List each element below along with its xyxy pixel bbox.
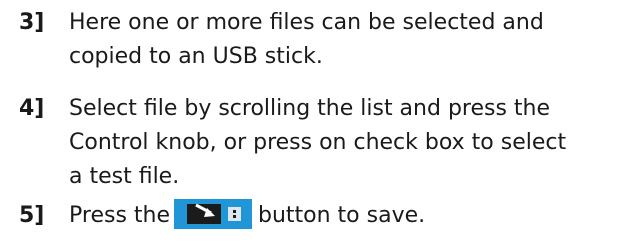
step-text-before-button: Press the [69,203,170,228]
step-number: 5] [19,203,45,228]
step-text-line: Control knob, or press on check box to s… [69,130,567,155]
step-text: Here one or more files can be selected a… [69,6,629,74]
step-text-line: Press the button to save. [69,199,629,233]
usb-connector-icon [228,207,241,221]
step-number: 4] [19,96,45,121]
step-text-after-button: button to save. [258,203,426,228]
step-text-line: Select file by scrolling the list and pr… [69,96,551,121]
usb-save-button[interactable] [174,199,252,229]
step-text: Press the button to save. [69,199,629,233]
step-number: 3] [19,10,45,35]
step-text: Select file by scrolling the list and pr… [69,92,629,194]
step-text-line: a test file. [69,164,180,189]
step-text-line: Here one or more files can be selected a… [69,10,544,35]
instruction-document: 3] Here one or more files can be selecte… [0,0,642,243]
step-text-line: copied to an USB stick. [69,44,323,69]
